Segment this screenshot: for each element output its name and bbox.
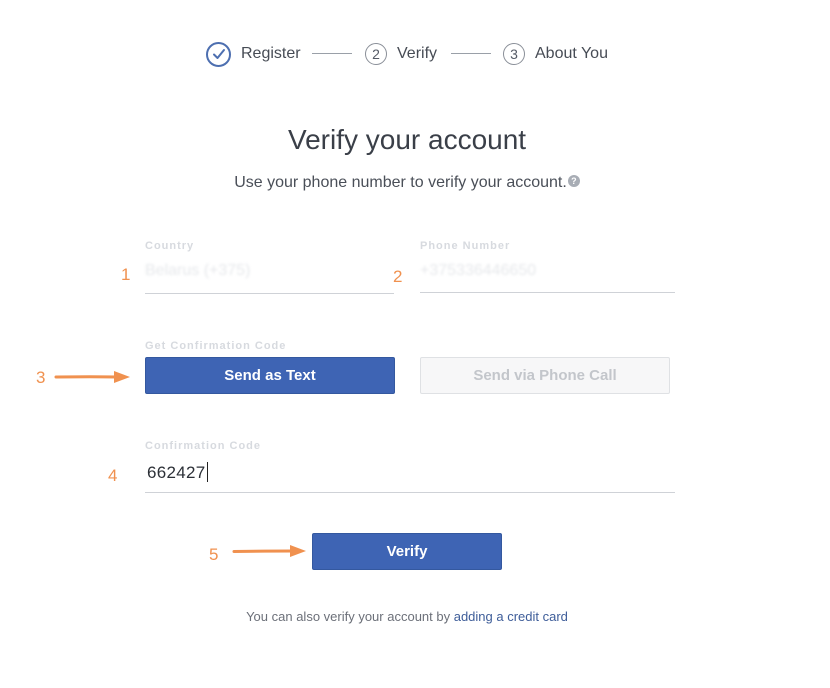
question-circle-icon[interactable]: ? bbox=[567, 175, 580, 187]
confirmation-code-label: Confirmation Code bbox=[145, 440, 261, 452]
phone-underline bbox=[420, 292, 675, 293]
phone-label: Phone Number bbox=[420, 240, 511, 252]
step-verify: 2 Verify bbox=[365, 42, 437, 66]
progress-stepper: Register 2 Verify 3 About You bbox=[0, 38, 830, 70]
annotation-number-4: 4 bbox=[108, 466, 118, 485]
step-register: Register bbox=[206, 41, 301, 67]
step-label-about-you: About You bbox=[535, 45, 608, 62]
step-connector bbox=[451, 53, 491, 54]
country-label: Country bbox=[145, 240, 195, 252]
confirmation-code-value: 662427 bbox=[147, 463, 206, 482]
annotation-arrow-icon bbox=[54, 371, 130, 383]
check-icon bbox=[212, 49, 225, 59]
verify-button[interactable]: Verify bbox=[312, 533, 502, 570]
annotation-number-2: 2 bbox=[393, 267, 403, 286]
confirmation-code-input[interactable]: 662427 bbox=[147, 462, 208, 483]
country-underline bbox=[145, 293, 394, 294]
step-number-circle: 3 bbox=[503, 43, 525, 65]
subtitle-text: Use your phone number to verify your acc… bbox=[234, 174, 567, 191]
step-label-verify: Verify bbox=[397, 45, 438, 62]
step-connector bbox=[312, 53, 352, 54]
annotation-number-5: 5 bbox=[209, 545, 219, 564]
verify-account-page: Register 2 Verify 3 About You Verify you… bbox=[0, 0, 830, 688]
page-title: Verify your account bbox=[287, 124, 527, 155]
footer-note: You can also verify your account by addi… bbox=[0, 609, 814, 624]
annotation-number-1: 1 bbox=[121, 265, 131, 284]
step-about-you: 3 About You bbox=[503, 42, 608, 66]
confirmation-code-underline bbox=[145, 492, 675, 493]
step-label-register: Register bbox=[241, 45, 301, 62]
add-credit-card-link[interactable]: adding a credit card bbox=[454, 609, 568, 624]
footer-text: You can also verify your account by bbox=[246, 609, 454, 624]
page-subtitle: Use your phone number to verify your acc… bbox=[0, 174, 814, 192]
annotation-arrow-icon bbox=[232, 545, 306, 557]
step-number-circle: 2 bbox=[365, 43, 387, 65]
phone-input[interactable]: +375336446650 bbox=[420, 262, 536, 280]
send-as-text-button[interactable]: Send as Text bbox=[145, 357, 395, 394]
annotation-number-3: 3 bbox=[36, 368, 46, 387]
send-via-phone-call-button[interactable]: Send via Phone Call bbox=[420, 357, 670, 394]
country-select[interactable]: Belarus (+375) bbox=[145, 262, 250, 280]
step-complete-circle bbox=[206, 41, 231, 67]
text-cursor bbox=[206, 462, 208, 482]
confirmation-method-label: Get Confirmation Code bbox=[145, 340, 287, 352]
